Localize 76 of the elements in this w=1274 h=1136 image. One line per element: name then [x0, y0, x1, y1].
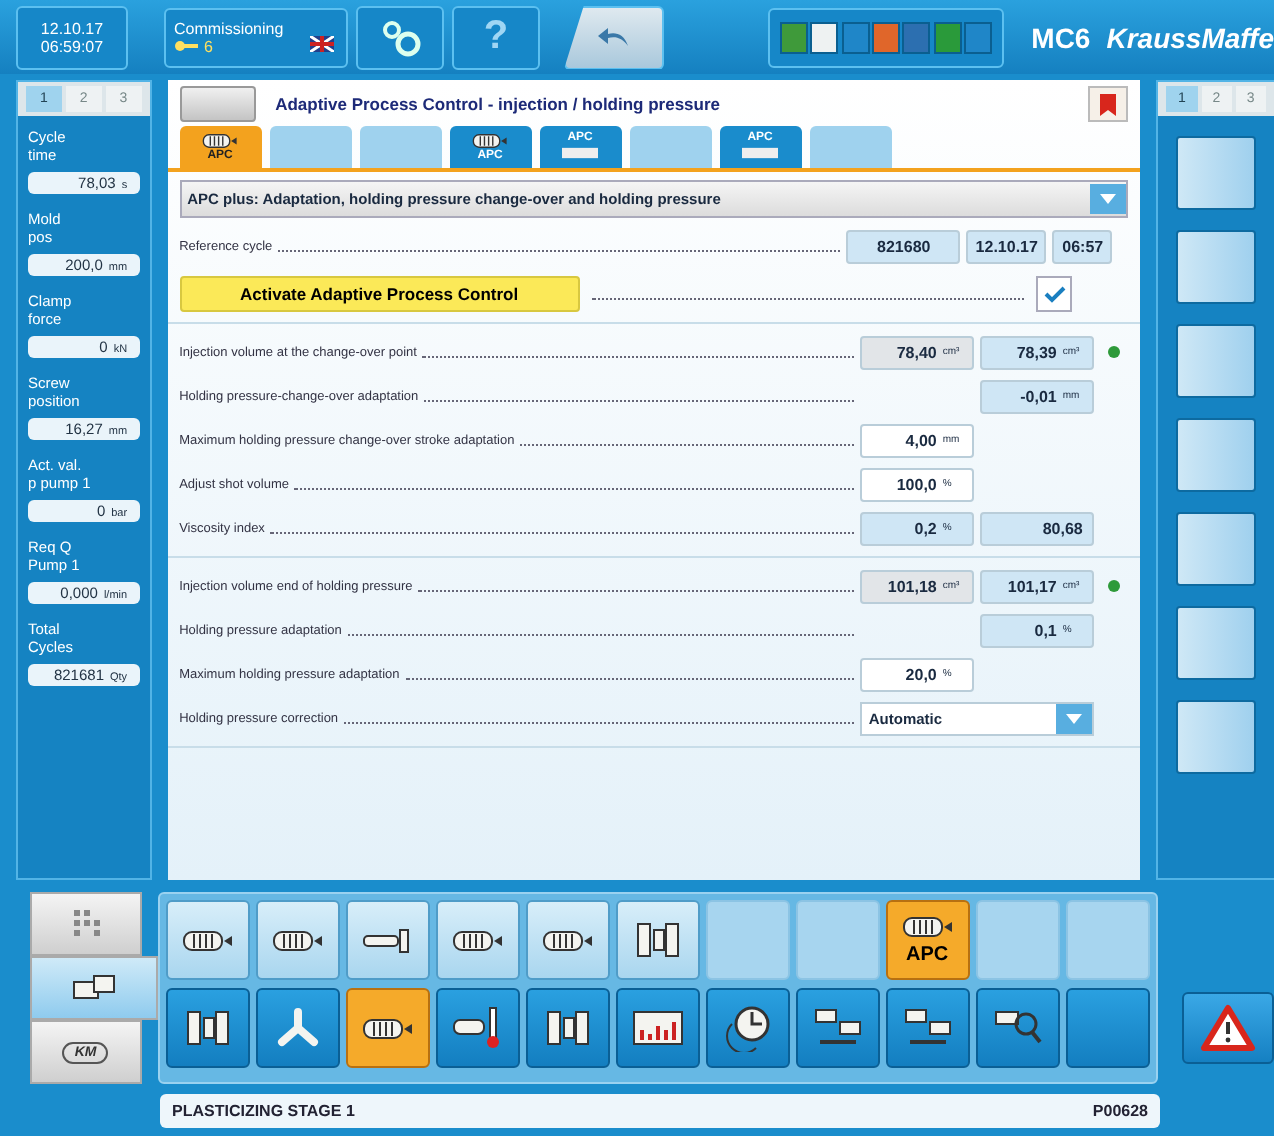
mold-icon	[183, 1008, 232, 1048]
value-display: 06:57	[1052, 229, 1113, 263]
date-time: 12.10.17 06:59:07	[16, 5, 128, 69]
warning-icon	[1200, 1004, 1257, 1052]
side-button[interactable]	[1176, 700, 1257, 774]
value-display: 12.10.17	[966, 229, 1047, 263]
value-display: 80,68	[980, 511, 1095, 545]
toolbar-button[interactable]	[525, 988, 610, 1068]
key-icon	[174, 40, 198, 52]
bookmark-button[interactable]	[1088, 86, 1129, 122]
network-icon	[901, 1006, 954, 1050]
toolbar-button[interactable]	[975, 988, 1060, 1068]
side-button[interactable]	[1176, 136, 1257, 210]
side-button[interactable]	[1176, 230, 1257, 304]
screw-icon	[202, 132, 239, 150]
back-arrow-icon	[596, 25, 632, 49]
caret-icon	[1100, 194, 1117, 204]
toolbar-button[interactable]: APC	[885, 900, 970, 980]
screw-icon	[271, 927, 324, 953]
nozzle-icon	[361, 927, 414, 953]
screw-icon	[472, 132, 509, 150]
thermometer-icon	[451, 1006, 504, 1050]
toolbar-button[interactable]	[525, 900, 610, 980]
page-title: Adaptive Process Control - injection / holding pressure	[275, 94, 723, 114]
nav-button[interactable]	[30, 956, 158, 1020]
grid-icon	[69, 906, 102, 942]
flag-icon	[310, 35, 334, 51]
bar-chart-icon	[631, 1010, 684, 1046]
toolbar-button[interactable]	[345, 988, 430, 1068]
mode-display[interactable]: Commissioning 6	[164, 7, 348, 67]
screw-icon	[541, 927, 594, 953]
mold-icon	[543, 1008, 592, 1048]
model-label: MC6	[1031, 21, 1091, 53]
side-button[interactable]	[1176, 324, 1257, 398]
checkbox[interactable]	[1036, 276, 1073, 312]
caret-icon	[1066, 713, 1083, 723]
settings-icon	[378, 17, 422, 57]
settings-button[interactable]	[356, 5, 444, 69]
value-display: 821680	[846, 229, 961, 263]
toolbar-button[interactable]	[615, 900, 700, 980]
status-code: P00628	[1092, 1102, 1148, 1120]
screw-icon	[901, 914, 954, 940]
bar-icon	[742, 144, 779, 162]
toolbar-button[interactable]	[165, 900, 250, 980]
toolbar-button[interactable]	[615, 988, 700, 1068]
screw-icon	[451, 927, 504, 953]
modules-icon	[71, 972, 116, 1004]
brand-logo: KraussMaffe	[1106, 21, 1274, 53]
toolbar-button[interactable]	[435, 988, 520, 1068]
screw-icon	[361, 1015, 414, 1041]
toolbar-button[interactable]	[165, 988, 250, 1068]
bar-icon	[562, 144, 599, 162]
checkmark-icon	[1043, 285, 1066, 303]
toolbar-button[interactable]	[885, 988, 970, 1068]
status-icon[interactable]	[810, 21, 839, 53]
side-button[interactable]	[1176, 606, 1257, 680]
toolbar-button[interactable]	[255, 988, 340, 1068]
document-button[interactable]	[179, 86, 256, 122]
alarm-button[interactable]	[1182, 992, 1274, 1064]
screw-icon	[181, 927, 234, 953]
activate-button[interactable]: Activate Adaptive Process Control	[179, 276, 580, 312]
toolbar-button[interactable]	[255, 900, 340, 980]
bookmark-icon	[1100, 93, 1117, 115]
access-level: 6	[204, 37, 213, 55]
network-icon	[811, 1006, 864, 1050]
toolbar-button[interactable]	[345, 900, 430, 980]
toolbar-button[interactable]	[705, 988, 790, 1068]
toolbar-button[interactable]	[795, 988, 880, 1068]
mold-icon	[633, 920, 682, 960]
back-button[interactable]	[564, 5, 664, 69]
side-button[interactable]	[1176, 418, 1257, 492]
clock-icon	[723, 1004, 772, 1052]
side-button[interactable]	[1176, 512, 1257, 586]
y-branch-icon	[275, 1008, 320, 1048]
status-message: PLASTICIZING STAGE 1	[172, 1102, 355, 1120]
toolbar-button[interactable]	[435, 900, 520, 980]
